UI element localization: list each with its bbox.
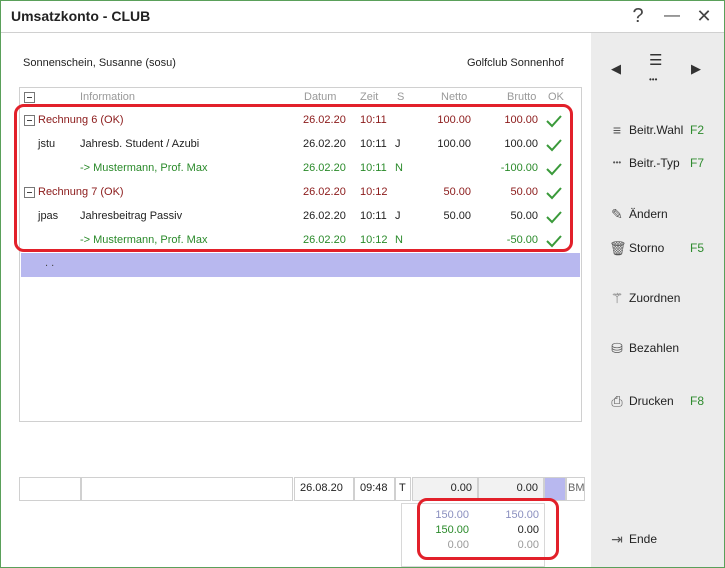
status-field-info[interactable] [81, 477, 293, 501]
drucken-button[interactable]: ⎙ Drucken F8 [609, 392, 721, 414]
storno-label: Storno [629, 241, 665, 255]
exit-icon: ⇥ [611, 531, 623, 547]
status-s: T [399, 482, 406, 494]
column-information[interactable]: Information [80, 91, 135, 103]
status-datum: 26.08.20 [300, 482, 343, 494]
title-bar: Umsatzkonto - CLUB ? — ✕ [1, 1, 724, 31]
beitr-wahl-key: F2 [690, 123, 705, 137]
selected-row-text: . . [45, 257, 55, 269]
status-field-bm[interactable]: BM [566, 477, 585, 501]
status-field-datum[interactable]: 26.08.20 [294, 477, 354, 501]
status-field-code[interactable] [19, 477, 81, 501]
column-brutto[interactable]: Brutto [507, 91, 536, 103]
ende-label: Ende [629, 532, 658, 546]
status-field-s[interactable]: T [395, 477, 411, 501]
status-netto: 0.00 [450, 482, 472, 494]
more-icon[interactable]: ••• [649, 75, 657, 84]
zuordnen-label: Zuordnen [629, 291, 681, 305]
drucken-label: Drucken [629, 394, 674, 408]
list-icon: ≡ [612, 122, 622, 138]
coins-icon: ⛁ [611, 340, 623, 356]
dots-icon: ••• [612, 158, 622, 167]
aendern-button[interactable]: ✎ Ändern [609, 205, 721, 227]
close-icon[interactable]: ✕ [691, 4, 717, 28]
beitr-typ-label: Beitr.-Typ [629, 156, 680, 170]
collapse-all-toggle[interactable] [24, 92, 35, 103]
storno-button[interactable]: 🗑 Storno F5 [609, 239, 721, 261]
status-zeit: 09:48 [360, 482, 388, 494]
window-title: Umsatzkonto - CLUB [11, 8, 151, 24]
printer-icon: ⎙ [611, 393, 623, 409]
umsatzkonto-window: Umsatzkonto - CLUB ? — ✕ Sonnenschein, S… [0, 0, 725, 568]
beitr-typ-button[interactable]: ••• Beitr.-Typ F7 [609, 154, 721, 176]
action-sidebar: ◀ ☰ ••• ▶ ≡ Beitr.Wahl F2 ••• Beitr.-Typ… [591, 33, 724, 567]
magic-wand-icon: ⚚ [610, 290, 624, 306]
storno-key: F5 [690, 241, 705, 255]
bezahlen-label: Bezahlen [629, 341, 680, 355]
ende-button[interactable]: ⇥ Ende [609, 530, 721, 552]
status-extra: BM [568, 482, 585, 494]
column-s[interactable]: S [397, 91, 404, 103]
drucken-key: F8 [690, 394, 705, 408]
highlight-invoices [14, 104, 573, 252]
selected-row[interactable]: . . [21, 253, 580, 277]
column-zeit[interactable]: Zeit [360, 91, 378, 103]
zuordnen-button[interactable]: ⚚ Zuordnen [609, 289, 721, 311]
next-arrow-icon[interactable]: ▶ [691, 61, 701, 77]
minimize-icon[interactable]: — [659, 4, 685, 28]
aendern-label: Ändern [629, 207, 668, 221]
beitr-wahl-button[interactable]: ≡ Beitr.Wahl F2 [609, 121, 721, 143]
bezahlen-button[interactable]: ⛁ Bezahlen [609, 339, 721, 361]
club-name: Golfclub Sonnenhof [467, 57, 564, 69]
status-brutto: 0.00 [516, 482, 538, 494]
status-field-zeit[interactable]: 09:48 [354, 477, 395, 501]
pencil-icon: ✎ [611, 206, 623, 222]
highlight-totals [417, 498, 559, 560]
column-netto[interactable]: Netto [441, 91, 467, 103]
column-datum[interactable]: Datum [304, 91, 336, 103]
column-ok[interactable]: OK [548, 91, 564, 103]
beitr-typ-key: F7 [690, 156, 705, 170]
trash-icon: 🗑 [609, 240, 627, 256]
member-name: Sonnenschein, Susanne (sosu) [23, 57, 176, 69]
prev-arrow-icon[interactable]: ◀ [611, 61, 621, 77]
help-icon[interactable]: ? [625, 4, 651, 28]
menu-icon[interactable]: ☰ [649, 51, 662, 69]
beitr-wahl-label: Beitr.Wahl [629, 123, 684, 137]
